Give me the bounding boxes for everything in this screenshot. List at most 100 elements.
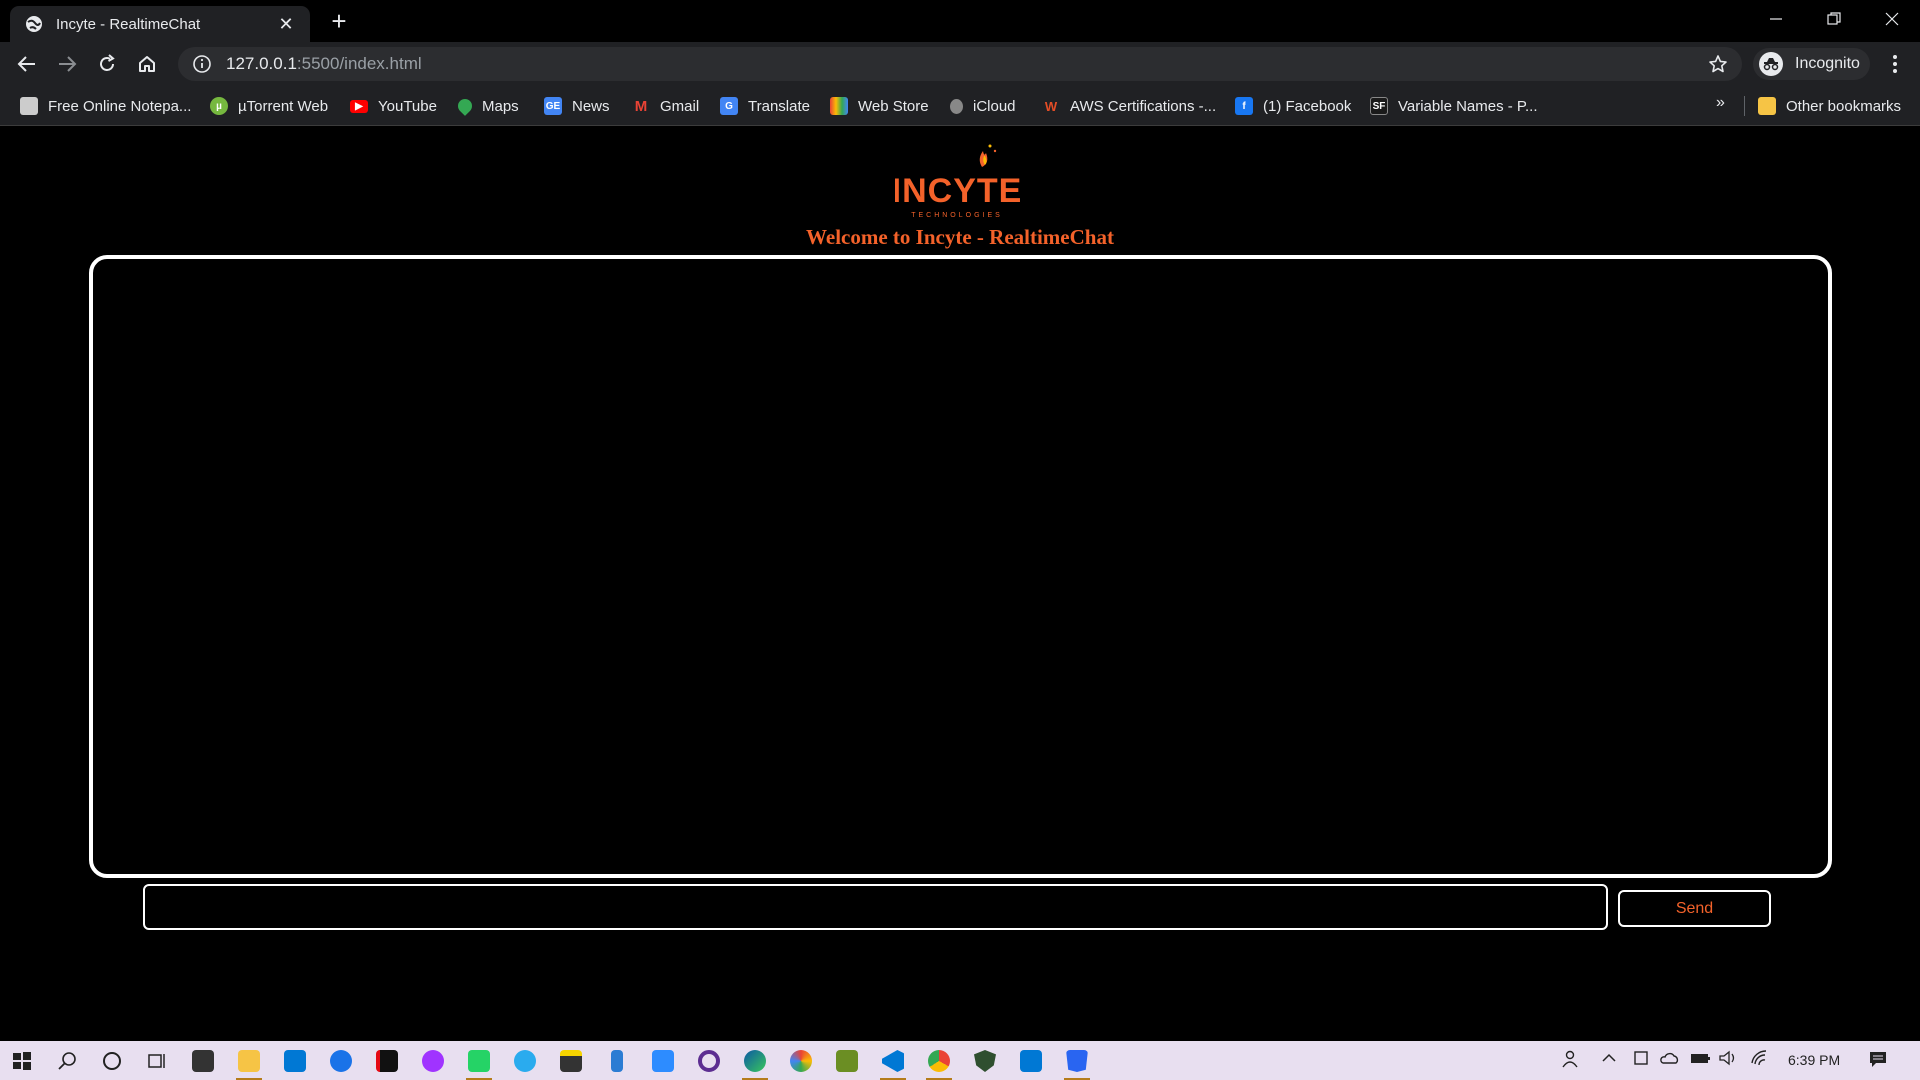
- bookmark-item[interactable]: GE News: [544, 94, 610, 118]
- facebook-icon: f: [1235, 97, 1253, 115]
- messenger-icon[interactable]: [418, 1046, 448, 1076]
- bookmark-label: µTorrent Web: [238, 97, 329, 115]
- lambda-icon[interactable]: [832, 1046, 862, 1076]
- bookmark-item[interactable]: iCloud: [950, 94, 1016, 118]
- send-button[interactable]: Send: [1618, 890, 1771, 927]
- minimize-icon[interactable]: [1748, 0, 1804, 38]
- other-bookmarks[interactable]: Other bookmarks: [1758, 94, 1901, 118]
- bookmark-label: YouTube: [378, 97, 437, 115]
- bookmarks-divider: [1744, 96, 1745, 116]
- edge-icon[interactable]: [740, 1046, 770, 1080]
- profile-label: Incognito: [1795, 55, 1860, 72]
- site-info-icon[interactable]: [192, 54, 212, 74]
- search-icon[interactable]: [52, 1046, 82, 1076]
- aws-cert-icon: W: [1044, 98, 1058, 114]
- bookmark-item[interactable]: W AWS Certifications -...: [1042, 94, 1216, 118]
- active-tab[interactable]: Incyte - RealtimeChat ✕: [10, 6, 310, 42]
- outlook-icon[interactable]: [1016, 1046, 1046, 1076]
- chevron-up-icon[interactable]: [1600, 1049, 1618, 1070]
- forward-arrow-icon[interactable]: [51, 48, 83, 80]
- volume-icon[interactable]: [1718, 1049, 1738, 1070]
- bookmark-label: Variable Names - P...: [1398, 97, 1538, 115]
- bookmark-item[interactable]: Maps: [455, 94, 519, 118]
- task-view-icon[interactable]: [142, 1046, 172, 1076]
- folder-icon: [1758, 97, 1776, 115]
- windows-taskbar: 6:39 PM: [0, 1041, 1920, 1080]
- people-icon[interactable]: [1562, 1049, 1582, 1072]
- bookmark-item[interactable]: G Translate: [720, 94, 810, 118]
- pinwheel-icon[interactable]: [786, 1046, 816, 1076]
- onedrive-icon[interactable]: [1658, 1049, 1680, 1070]
- bookmark-item[interactable]: ▶ YouTube: [350, 94, 437, 118]
- taskbar-clock[interactable]: 6:39 PM: [1788, 1052, 1840, 1068]
- telegram-icon[interactable]: [510, 1046, 540, 1076]
- reload-icon[interactable]: [91, 48, 123, 80]
- wifi-icon[interactable]: [1750, 1049, 1770, 1070]
- incognito-profile-button[interactable]: Incognito: [1753, 48, 1870, 80]
- css3-icon[interactable]: [1062, 1046, 1092, 1080]
- bookmark-item[interactable]: M Gmail: [632, 94, 699, 118]
- bookmark-label: Free Online Notepa...: [48, 97, 192, 115]
- chat-app-icon[interactable]: [326, 1046, 356, 1076]
- browser-toolbar: 127.0.0.1:5500/index.html Incognito: [0, 42, 1920, 86]
- page-content: INCYTE TECHNOLOGIES Welcome to Incyte - …: [0, 127, 1920, 1041]
- bookmark-item[interactable]: Web Store: [830, 94, 929, 118]
- shield-app-icon[interactable]: [970, 1046, 1000, 1076]
- bookmark-star-icon[interactable]: [1708, 54, 1728, 74]
- sticky-notes-icon[interactable]: [556, 1046, 586, 1076]
- bookmark-label: iCloud: [973, 97, 1016, 115]
- close-window-icon[interactable]: [1864, 0, 1920, 38]
- utorrent-icon: µ: [210, 97, 228, 115]
- store-icon[interactable]: [188, 1046, 218, 1076]
- cortana-app-icon[interactable]: [694, 1046, 724, 1076]
- bookmark-label: Web Store: [858, 97, 929, 115]
- whatsapp-icon[interactable]: [464, 1046, 494, 1080]
- sf-icon: SF: [1370, 97, 1388, 115]
- new-tab-button[interactable]: +: [325, 8, 353, 36]
- message-input[interactable]: [143, 884, 1608, 930]
- battery-icon[interactable]: [1690, 1049, 1712, 1070]
- bookmark-item[interactable]: SF Variable Names - P...: [1370, 94, 1538, 118]
- notifications-icon[interactable]: [1868, 1049, 1888, 1072]
- address-bar[interactable]: 127.0.0.1:5500/index.html: [178, 47, 1742, 81]
- notepad-icon: [20, 97, 38, 115]
- restore-icon[interactable]: [1806, 0, 1862, 38]
- welcome-heading: Welcome to Incyte - RealtimeChat: [806, 225, 1114, 249]
- chrome-icon[interactable]: [924, 1046, 954, 1080]
- device-icon[interactable]: [1632, 1049, 1650, 1070]
- bookmark-label: Maps: [482, 97, 519, 115]
- gmail-icon: M: [634, 97, 648, 115]
- more-menu-icon[interactable]: [1880, 48, 1910, 80]
- netflix-icon[interactable]: [372, 1046, 402, 1076]
- logo-wordmark: INCYTE: [895, 172, 1020, 210]
- bookmark-item[interactable]: µ µTorrent Web: [210, 94, 328, 118]
- url-path: :5500/index.html: [296, 54, 422, 73]
- file-explorer-icon[interactable]: [234, 1046, 264, 1080]
- translate-icon: G: [720, 97, 738, 115]
- back-arrow-icon[interactable]: [11, 48, 43, 80]
- vscode-icon[interactable]: [878, 1046, 908, 1080]
- zoom-icon[interactable]: [648, 1046, 678, 1076]
- bookmark-item[interactable]: f (1) Facebook: [1235, 94, 1351, 118]
- google-news-icon: GE: [544, 97, 562, 115]
- other-bookmarks-label: Other bookmarks: [1786, 97, 1902, 115]
- maps-icon: [455, 96, 475, 116]
- bookmark-label: AWS Certifications -...: [1070, 97, 1217, 115]
- bookmark-item[interactable]: Free Online Notepa...: [20, 94, 191, 118]
- close-tab-icon[interactable]: ✕: [276, 14, 296, 34]
- web-store-icon: [830, 97, 848, 115]
- cortana-icon[interactable]: [97, 1046, 127, 1076]
- tab-title: Incyte - RealtimeChat: [56, 15, 201, 33]
- bookmark-label: (1) Facebook: [1263, 97, 1352, 115]
- chat-messages-area[interactable]: [89, 255, 1832, 878]
- globe-icon: [26, 16, 42, 32]
- url-host: 127.0.0.1: [226, 54, 297, 73]
- mail-icon[interactable]: [280, 1046, 310, 1076]
- windows-start-icon[interactable]: [7, 1046, 37, 1076]
- bookmark-label: News: [572, 97, 610, 115]
- more-bookmarks-icon[interactable]: »: [1716, 94, 1725, 112]
- incyte-logo: INCYTE TECHNOLOGIES: [895, 144, 1020, 219]
- tab-strip: Incyte - RealtimeChat ✕ +: [0, 0, 1920, 42]
- phone-app-icon[interactable]: [602, 1046, 632, 1076]
- home-icon[interactable]: [131, 48, 163, 80]
